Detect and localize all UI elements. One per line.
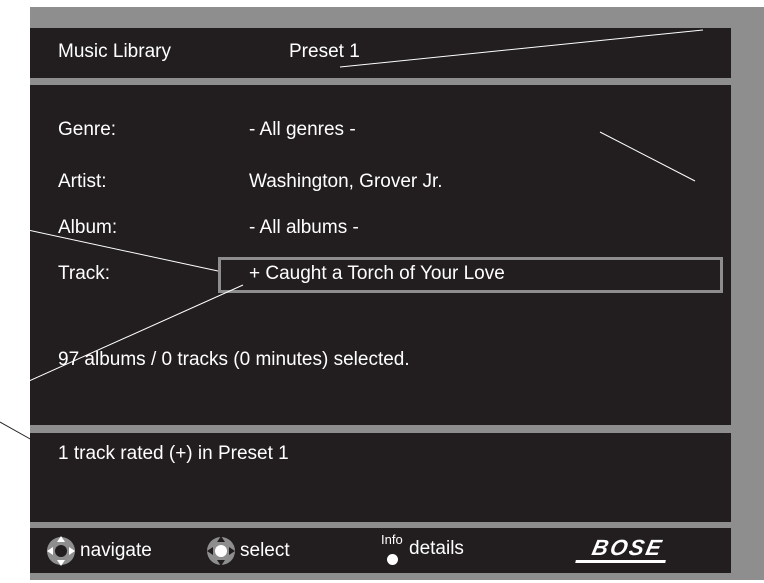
info-button-icon bbox=[387, 554, 398, 565]
selection-status: 97 albums / 0 tracks (0 minutes) selecte… bbox=[58, 349, 410, 370]
select-label: select bbox=[240, 540, 290, 561]
header-bar: Music Library Preset 1 bbox=[30, 28, 731, 78]
tv-screen: Music Library Preset 1 Genre: - All genr… bbox=[30, 7, 764, 580]
message-panel: 1 track rated (+) in Preset 1 bbox=[30, 433, 731, 522]
callout-line-message bbox=[0, 421, 33, 441]
navigate-label: navigate bbox=[80, 540, 152, 561]
genre-value: - All genres - bbox=[249, 119, 356, 140]
bose-logo: BOSE bbox=[575, 535, 672, 563]
artist-label: Artist: bbox=[58, 171, 107, 192]
details-label: details bbox=[409, 538, 464, 559]
preset-name: Preset 1 bbox=[289, 41, 360, 62]
info-label: Info bbox=[381, 532, 403, 547]
rating-message: 1 track rated (+) in Preset 1 bbox=[58, 443, 289, 464]
footer-bar: navigate select Info details BOSE bbox=[30, 528, 731, 573]
app-title: Music Library bbox=[58, 41, 171, 62]
track-label: Track: bbox=[58, 263, 111, 284]
library-panel: Genre: - All genres - Artist: Washington… bbox=[30, 85, 731, 425]
track-value: + Caught a Torch of Your Love bbox=[249, 263, 505, 284]
dpad-select-icon bbox=[207, 536, 235, 566]
album-value: - All albums - bbox=[249, 217, 359, 238]
navigate-hint: navigate bbox=[46, 534, 152, 568]
genre-label: Genre: bbox=[58, 119, 117, 140]
dpad-icon bbox=[47, 536, 75, 566]
artist-value: Washington, Grover Jr. bbox=[249, 171, 443, 192]
select-hint: select bbox=[206, 534, 290, 568]
album-label: Album: bbox=[58, 217, 118, 238]
